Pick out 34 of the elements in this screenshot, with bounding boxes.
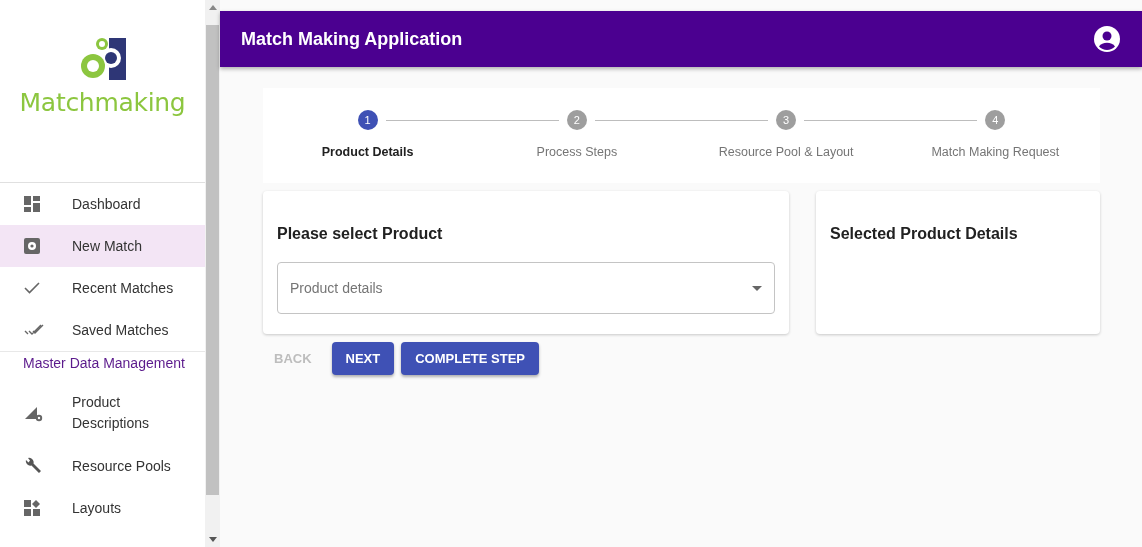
gear-icon — [24, 238, 40, 254]
account-icon[interactable] — [1094, 26, 1120, 52]
app-title: Match Making Application — [241, 28, 463, 50]
sidebar-item[interactable]: Resource Pools — [0, 445, 205, 487]
sidebar-item[interactable]: Layouts — [0, 487, 205, 529]
step-button[interactable]: NEXT — [331, 342, 395, 375]
card-title: Selected Product Details — [830, 225, 1019, 243]
step-label[interactable]: Product Details — [321, 145, 414, 159]
step-number: 1 — [357, 110, 378, 130]
dropdown-caret-icon — [752, 285, 762, 291]
check-icon — [24, 282, 40, 294]
scroll-down-arrow-icon[interactable] — [208, 537, 217, 543]
sidebar-item[interactable]: Recent Matches — [0, 267, 205, 309]
step-number: 2 — [566, 110, 587, 130]
step-label[interactable]: Process Steps — [536, 145, 618, 159]
step-label[interactable]: Resource Pool & Layout — [718, 145, 854, 159]
layout-icon — [24, 500, 40, 516]
sidebar-item[interactable]: Product Descriptions — [0, 381, 205, 445]
section-heading: Master Data Management — [23, 355, 185, 371]
step-label[interactable]: Match Making Request — [931, 145, 1060, 159]
sidebar-item[interactable]: Saved Matches — [0, 309, 205, 351]
double-check-icon — [24, 324, 44, 336]
product-select[interactable]: Product details — [277, 262, 775, 314]
step-number: 4 — [985, 110, 1006, 130]
dashboard-icon — [24, 196, 40, 212]
logo-text: Matchmaking — [19, 88, 186, 117]
step-button[interactable]: COMPLETE STEP — [401, 342, 540, 375]
sidebar-item[interactable]: New Match — [0, 225, 205, 267]
scroll-up-arrow-icon[interactable] — [208, 4, 217, 10]
card-title: Please select Product — [277, 225, 444, 243]
wrench-icon — [24, 457, 42, 475]
sidebar-item[interactable]: Dashboard — [0, 183, 205, 225]
scrollbar[interactable] — [205, 0, 220, 547]
step-number: 3 — [776, 110, 797, 130]
